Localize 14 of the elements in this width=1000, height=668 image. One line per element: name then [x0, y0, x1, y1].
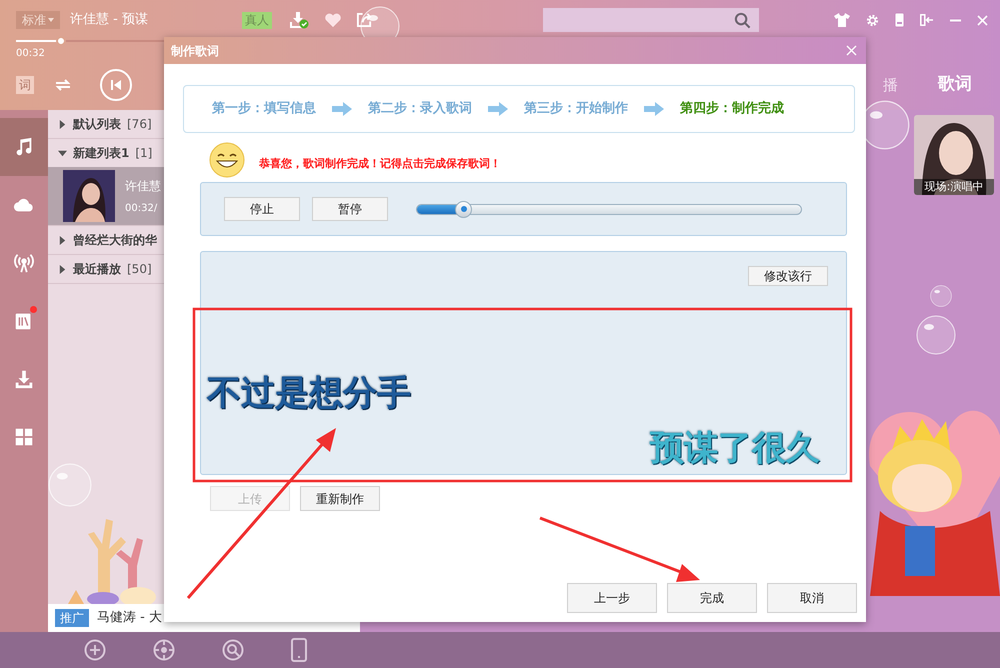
lyric-line: 预谋了很久: [650, 427, 820, 470]
step-label: 第二步：录入歌词: [368, 100, 472, 118]
success-message: 恭喜您，歌词制作完成！记得点击完成保存歌词！: [259, 156, 501, 172]
elapsed-time: 00:32: [16, 47, 45, 61]
promo-tag: 推广: [55, 609, 89, 627]
lyric-line: 不过是想分手: [207, 372, 411, 415]
song-title: 许佳慧: [125, 178, 161, 194]
step-label: 第一步：填写信息: [212, 100, 316, 118]
step-label: 第四步：制作完成: [680, 100, 784, 118]
song-time: 00:32/: [125, 202, 158, 216]
step-label: 第三步：开始制作: [524, 100, 628, 118]
now-playing-title: 许佳慧 - 预谋: [70, 11, 148, 30]
dialog-title: 制作歌词: [171, 42, 219, 60]
live-caption: 现场:演唱中: [914, 179, 994, 195]
